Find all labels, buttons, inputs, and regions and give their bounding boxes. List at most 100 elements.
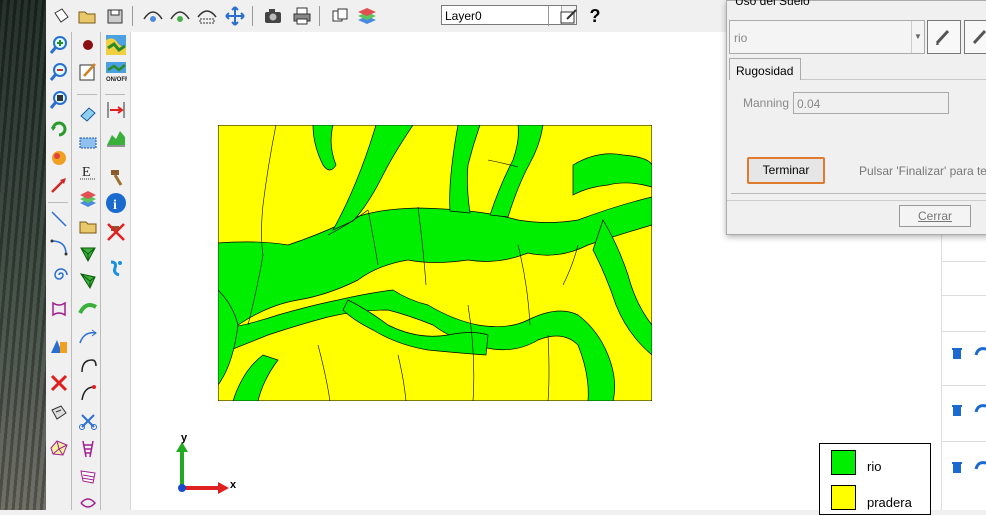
line-icon[interactable]	[48, 208, 70, 230]
delete-tool-icon[interactable]	[105, 221, 127, 243]
cerrar-button[interactable]: Cerrar	[899, 205, 971, 227]
zoom-previous-icon[interactable]	[169, 5, 191, 27]
pencil-edit-icon[interactable]	[558, 5, 580, 27]
legend-label-pradera: pradera	[867, 495, 912, 510]
render-icon[interactable]	[48, 146, 70, 168]
arc-icon[interactable]	[48, 236, 70, 258]
trash-icon[interactable]	[950, 346, 964, 363]
regenerate-icon[interactable]	[48, 118, 70, 140]
mesh-tri-icon[interactable]	[77, 243, 99, 265]
pan-icon[interactable]	[224, 5, 246, 27]
svg-text:i: i	[113, 198, 117, 213]
main-toolbar: Layer0 ▼ ?	[46, 0, 726, 33]
land-use-map[interactable]	[218, 125, 652, 401]
layers-icon[interactable]	[77, 188, 99, 210]
toolbar-separator	[548, 6, 549, 26]
layers-stack-icon[interactable]	[356, 5, 378, 27]
onoff-icon[interactable]: ON/OFF	[105, 61, 127, 83]
finalize-hint: Pulsar 'Finalizar' para ter	[859, 164, 986, 178]
eraser-icon[interactable]	[77, 103, 99, 125]
layer-select-value: Layer0	[445, 9, 482, 23]
cerrar-label: Cerrar	[917, 209, 952, 223]
use-select-value: rio	[734, 31, 748, 45]
toolbar-separator	[252, 6, 253, 26]
toolbar-separator	[105, 94, 125, 95]
arrow-icon[interactable]	[48, 174, 70, 196]
layers-manager-icon[interactable]	[329, 5, 351, 27]
print-icon[interactable]	[291, 5, 313, 27]
polygon-icon[interactable]	[48, 298, 70, 320]
dialog-divider	[727, 200, 986, 201]
water-icon[interactable]	[105, 259, 127, 281]
toolbar-separator	[77, 94, 97, 95]
zoom-out-icon[interactable]	[48, 61, 70, 83]
list-row-divider	[942, 261, 986, 262]
spiral-icon[interactable]	[48, 264, 70, 286]
text-icon[interactable]: E	[77, 160, 99, 182]
curve-icon[interactable]	[77, 492, 99, 514]
terminar-label: Terminar	[762, 163, 810, 177]
path-icon[interactable]	[77, 298, 99, 320]
terminar-button[interactable]: Terminar	[747, 157, 825, 184]
new-file-icon[interactable]	[50, 5, 72, 27]
mesh-icon[interactable]	[48, 437, 70, 459]
toolbar-separator	[48, 202, 68, 203]
properties-icon[interactable]	[48, 402, 70, 424]
zoom-in-icon[interactable]	[48, 34, 70, 56]
delete-icon[interactable]	[48, 372, 70, 394]
brown-point-icon[interactable]	[77, 34, 99, 56]
zoom-realtime-icon[interactable]	[48, 89, 70, 111]
chevron-down-icon[interactable]: ▼	[911, 21, 924, 53]
profile-icon[interactable]	[105, 127, 127, 149]
edit-arrow-icon[interactable]	[974, 345, 986, 362]
map-color-icon[interactable]	[105, 34, 127, 56]
left-toolbar: E ON/OFF i	[46, 32, 131, 510]
curve-icon[interactable]	[77, 326, 99, 348]
tab-rugosidad-label: Rugosidad	[736, 64, 794, 78]
ladder-icon[interactable]	[77, 466, 99, 488]
layer-select[interactable]: Layer0 ▼	[441, 5, 577, 25]
svg-text:ON/OFF: ON/OFF	[106, 77, 127, 83]
trash-icon[interactable]	[950, 403, 964, 420]
tab-rugosidad[interactable]: Rugosidad	[729, 58, 801, 80]
use-select[interactable]: rio ▼	[729, 20, 925, 54]
zoom-extent-icon[interactable]	[142, 5, 164, 27]
solid-icon[interactable]	[48, 335, 70, 357]
toolbar-separator	[100, 32, 101, 510]
right-panel	[941, 233, 986, 510]
svg-text:E: E	[82, 165, 91, 180]
scissors-icon[interactable]	[77, 410, 99, 432]
open-folder-icon[interactable]	[76, 5, 98, 27]
toolbar-separator	[71, 32, 72, 510]
legend-swatch-pradera	[831, 485, 856, 510]
hammer-icon[interactable]	[105, 165, 127, 187]
info-icon[interactable]: i	[105, 192, 127, 214]
mesh-edit-icon[interactable]	[77, 270, 99, 292]
edit-sheet-icon[interactable]	[77, 61, 99, 83]
edit-arrow-icon[interactable]	[974, 402, 986, 419]
curve-icon[interactable]	[77, 382, 99, 404]
manning-field[interactable]: 0.04	[793, 92, 949, 114]
measure-icon[interactable]	[105, 99, 127, 121]
zoom-window-icon[interactable]	[196, 5, 218, 27]
y-axis-label: y	[181, 432, 188, 444]
desktop-background	[0, 0, 46, 510]
curve-icon[interactable]	[77, 355, 99, 377]
select-box-icon[interactable]	[77, 132, 99, 154]
list-row-divider	[942, 385, 986, 386]
camera-icon[interactable]	[262, 5, 284, 27]
ladder-icon[interactable]	[77, 438, 99, 460]
toolbar-separator	[319, 6, 320, 26]
edit-use-button[interactable]	[927, 20, 961, 54]
trash-icon[interactable]	[950, 460, 964, 477]
folder-icon[interactable]	[77, 216, 99, 238]
help-icon[interactable]: ?	[584, 5, 606, 27]
dialog-title: Uso del Suelo	[735, 0, 810, 8]
list-row-divider	[942, 295, 986, 296]
save-icon[interactable]	[104, 5, 126, 27]
land-use-dialog: Uso del Suelo rio ▼ Rugosidad Manning 0.…	[726, 0, 986, 235]
list-row-divider	[942, 331, 986, 332]
legend-label-rio: rio	[867, 459, 882, 474]
edit-arrow-icon[interactable]	[974, 459, 986, 476]
edit-use-button-2[interactable]	[964, 20, 986, 54]
